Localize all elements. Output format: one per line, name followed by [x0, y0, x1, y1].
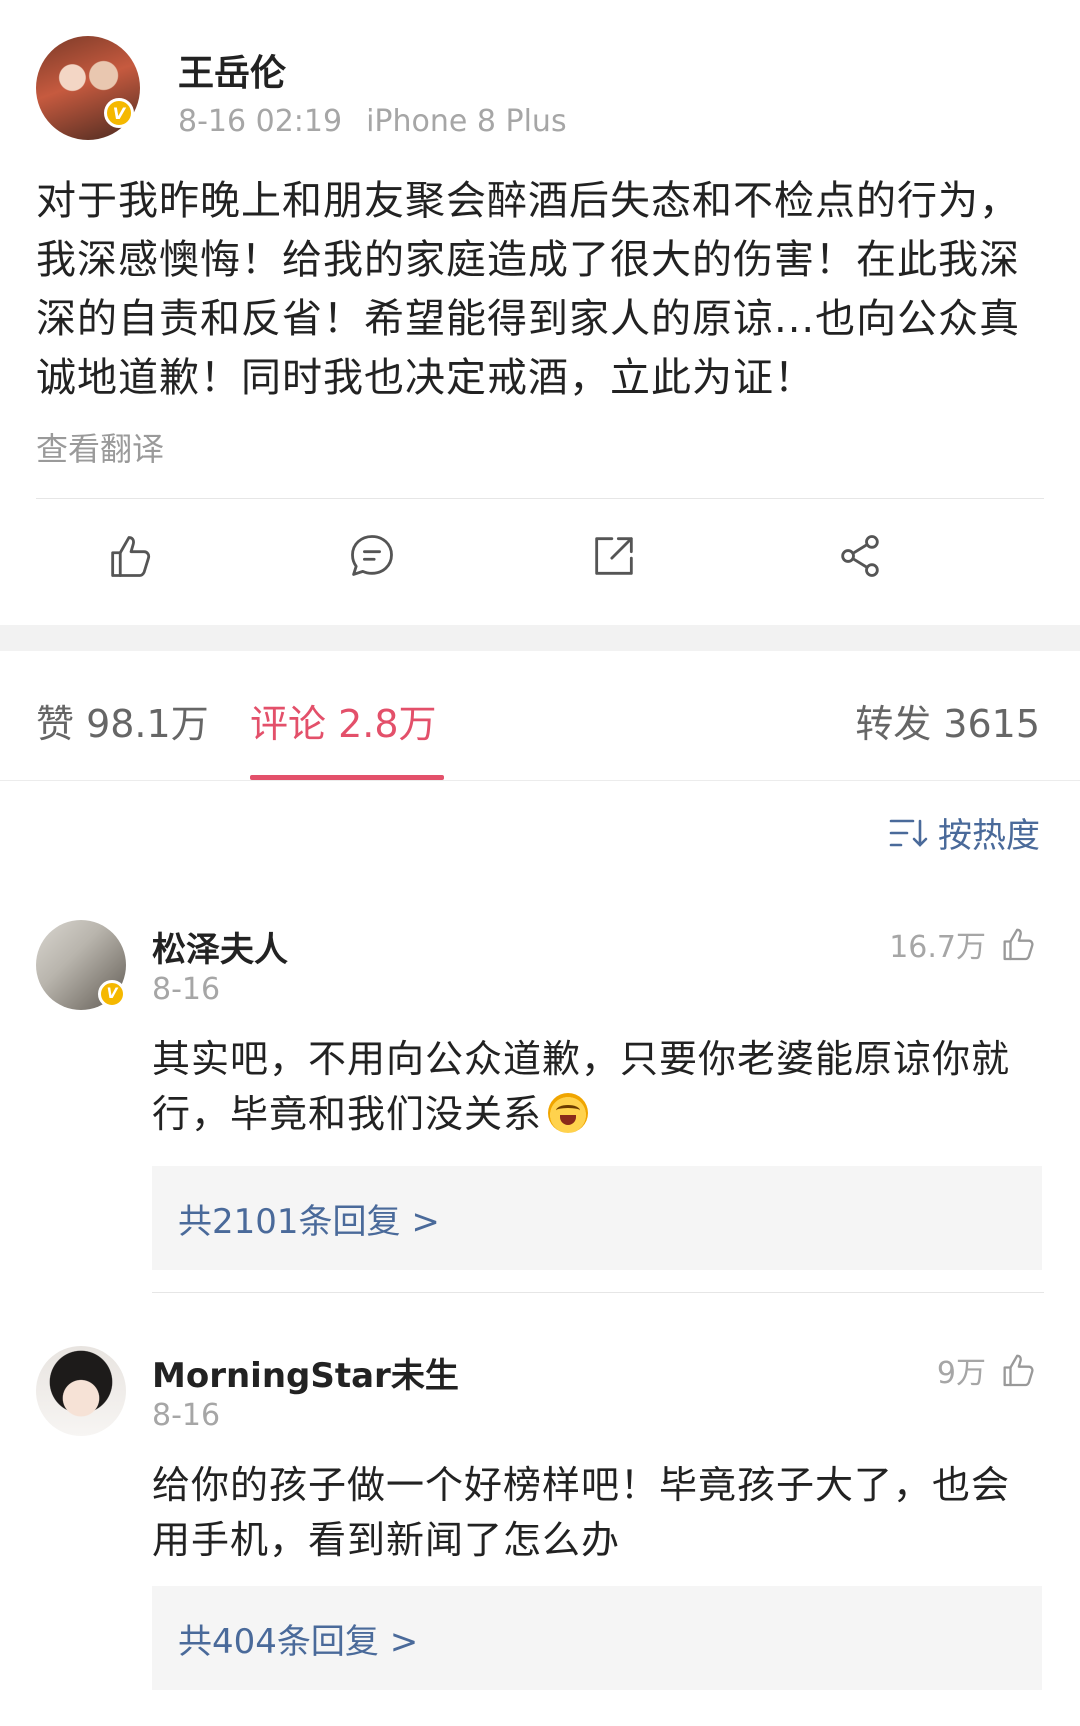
- comment-like-button[interactable]: 9万: [937, 1348, 1038, 1392]
- divider: [152, 1292, 1044, 1293]
- thumbs-up-icon: [1003, 1354, 1034, 1387]
- share-icon[interactable]: [834, 530, 886, 582]
- sort-label: 按热度: [938, 816, 1040, 856]
- sort-icon: [889, 819, 928, 847]
- thumbs-up-icon[interactable]: [104, 530, 156, 582]
- divider: [36, 498, 1044, 499]
- commenter-avatar[interactable]: [36, 1346, 126, 1436]
- post-meta: 8-16 02:19 iPhone 8 Plus: [178, 104, 567, 139]
- weibo-post: V 王岳伦 8-16 02:19 iPhone 8 Plus 对于我昨晚上和朋友聚…: [0, 0, 1080, 625]
- commenter-name[interactable]: MorningStar未生: [152, 1348, 459, 1397]
- section-gap: [0, 625, 1080, 651]
- repost-icon[interactable]: [588, 530, 640, 582]
- verified-badge-icon: V: [104, 98, 134, 128]
- action-bar: [0, 530, 1080, 590]
- tab-likes[interactable]: 赞 98.1万: [36, 693, 209, 748]
- tab-comments[interactable]: 评论 2.8万: [250, 693, 437, 748]
- comment-like-count: 9万: [936, 1356, 986, 1391]
- verified-badge-icon: V: [98, 980, 126, 1008]
- tab-reposts[interactable]: 转发 3615: [855, 693, 1040, 748]
- translate-link[interactable]: 查看翻译: [36, 424, 164, 470]
- thumbs-up-icon: [1003, 928, 1034, 961]
- comment-icon[interactable]: [346, 530, 398, 582]
- author-name[interactable]: 王岳伦: [178, 44, 286, 96]
- comment-text: 给你的孩子做一个好榜样吧！毕竟孩子大了，也会用手机，看到新闻了怎么办: [152, 1463, 1011, 1562]
- comment-like-count: 16.7万: [889, 930, 986, 965]
- comment-like-button[interactable]: 16.7万: [889, 922, 1038, 966]
- view-replies-link[interactable]: 共404条回复 >: [152, 1586, 1042, 1690]
- post-time: 8-16 02:19: [178, 104, 343, 139]
- comment-date: 8-16: [152, 1398, 221, 1433]
- comment-item: MorningStar未生 8-16 9万 给你的孩子做一个好榜样吧！毕竟孩子大…: [0, 1346, 1080, 1726]
- laugh-cry-emoji-icon: [548, 1093, 589, 1133]
- comment-item: V 松泽夫人 8-16 16.7万 其实吧，不用向公众道歉，只要你老婆能原谅你就…: [0, 920, 1080, 1280]
- post-device: iPhone 8 Plus: [366, 104, 567, 139]
- active-tab-indicator: [250, 775, 444, 780]
- comment-text: 其实吧，不用向公众道歉，只要你老婆能原谅你就行，毕竟和我们没关系: [152, 1032, 1042, 1142]
- stats-tabs: 赞 98.1万 评论 2.8万 转发 3615: [0, 651, 1080, 781]
- sort-by-heat-button[interactable]: 按热度: [888, 808, 1040, 857]
- comment-date: 8-16: [152, 972, 221, 1007]
- post-text: 对于我昨晚上和朋友聚会醉酒后失态和不检点的行为，我深感懊悔！给我的家庭造成了很大…: [36, 178, 1021, 401]
- view-replies-link[interactable]: 共2101条回复 >: [152, 1166, 1042, 1270]
- commenter-name[interactable]: 松泽夫人: [152, 922, 288, 971]
